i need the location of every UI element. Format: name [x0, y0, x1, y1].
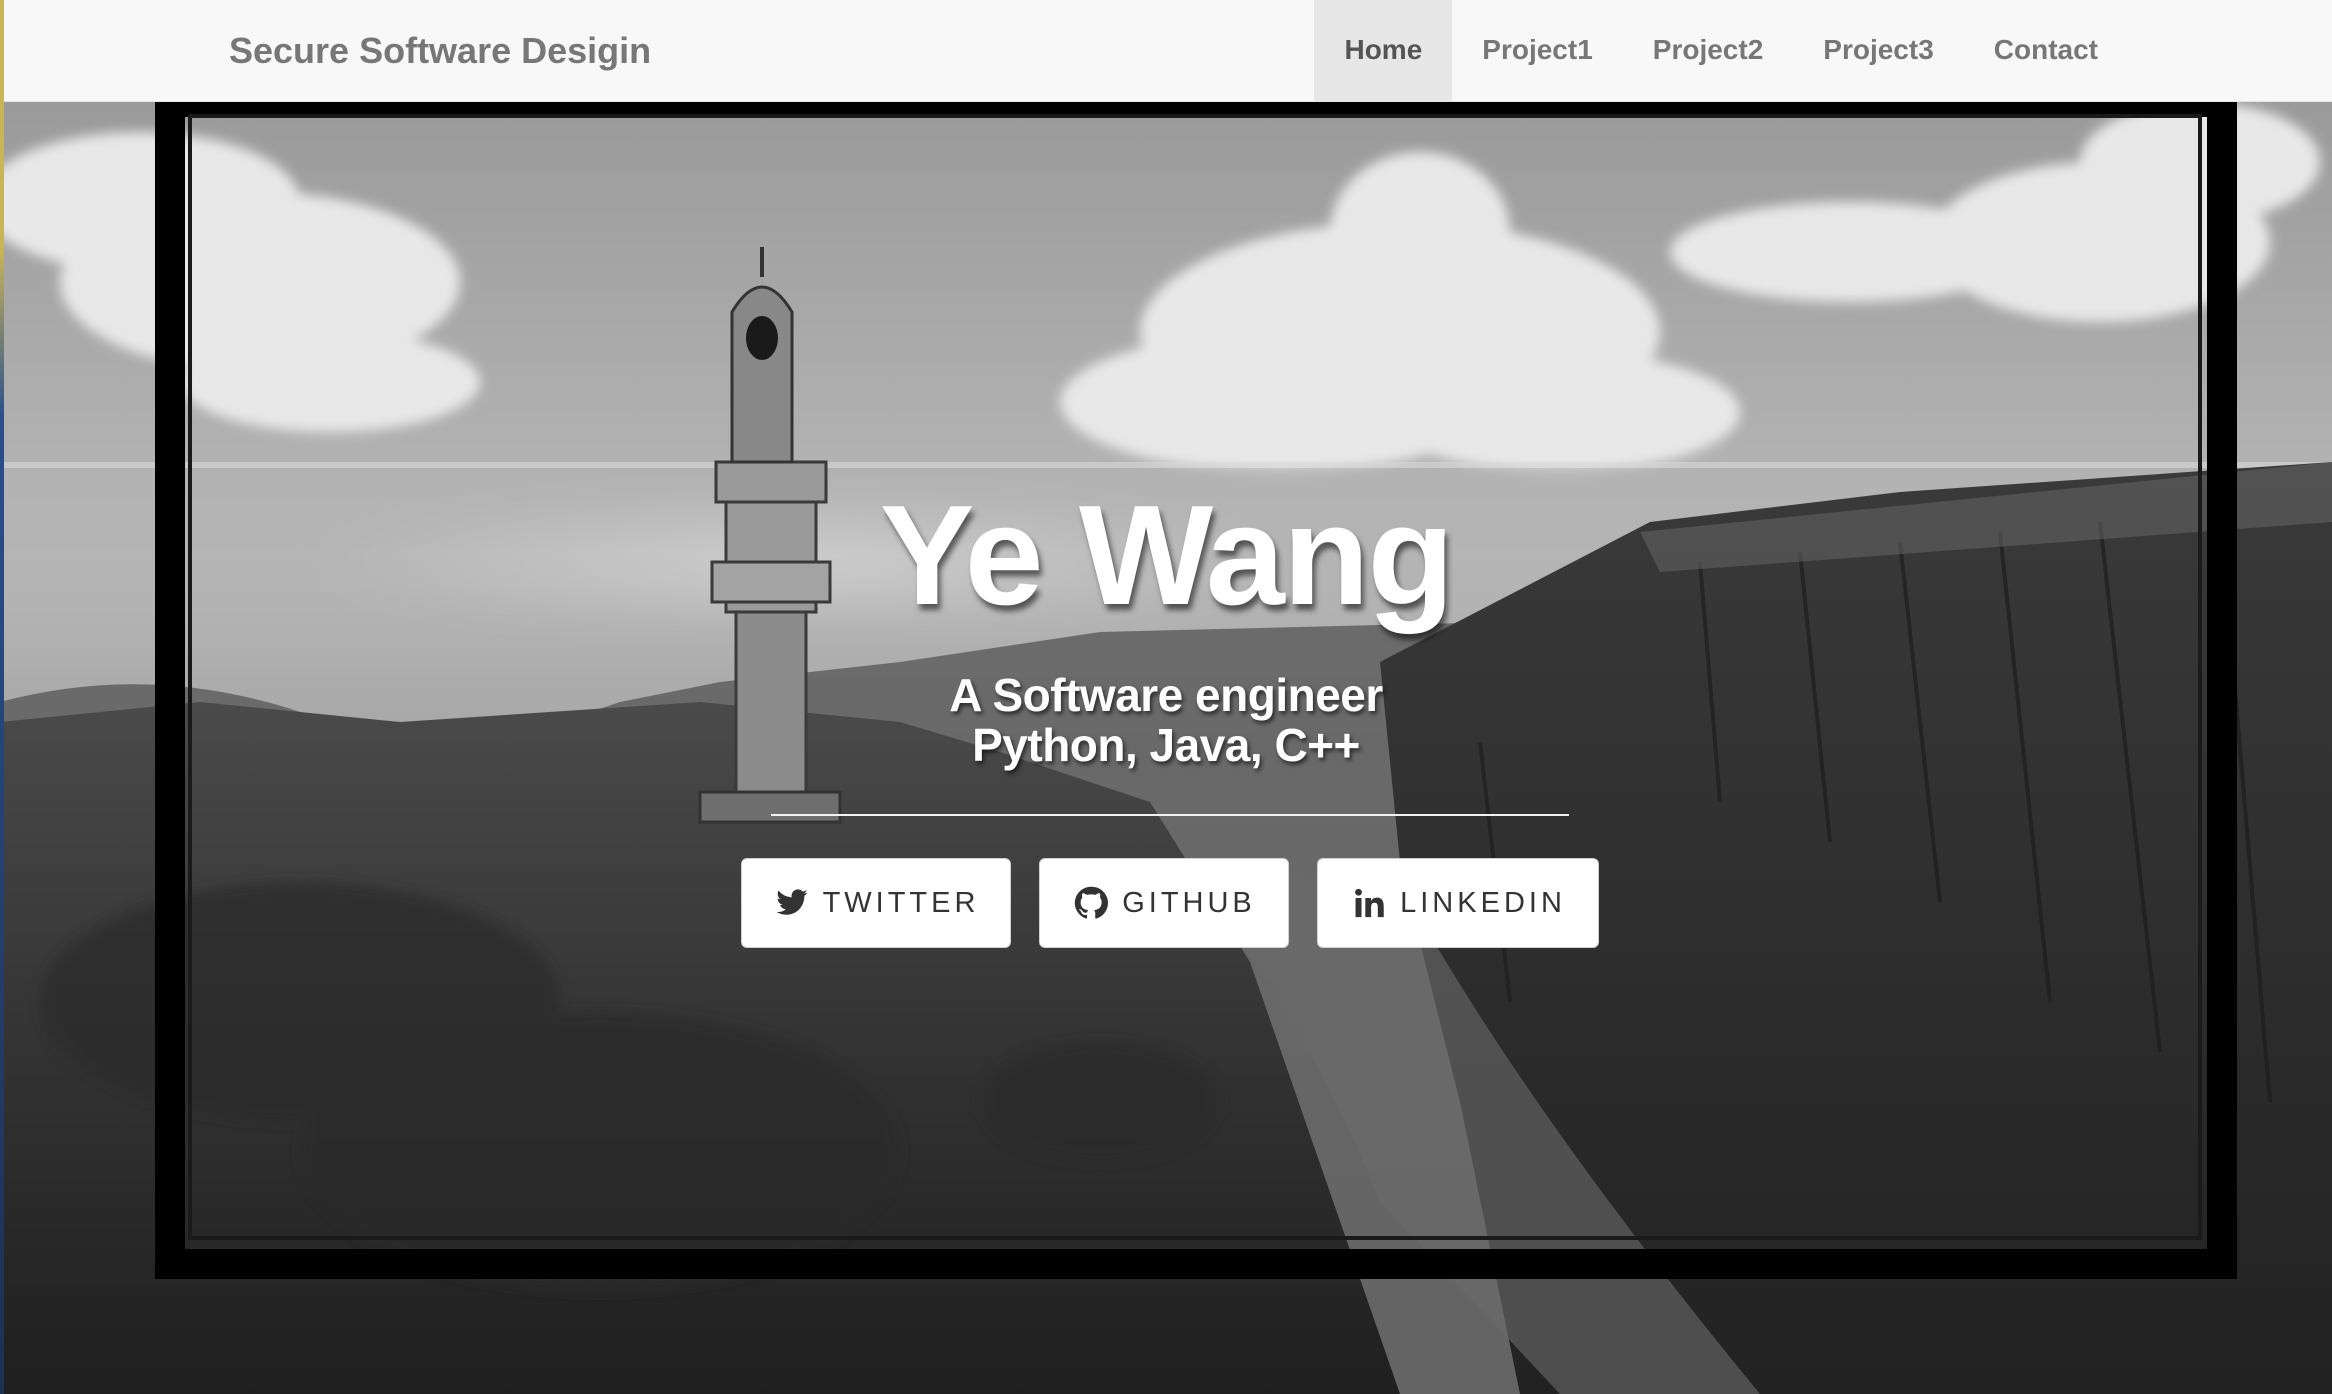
nav-item-project3[interactable]: Project3 [1793, 0, 1964, 102]
twitter-button-label: TWITTER [822, 886, 980, 919]
brand-title[interactable]: Secure Software Desigin [229, 0, 651, 102]
hero-tagline-role: A Software engineer [949, 669, 1383, 721]
github-octocat-icon [1074, 886, 1109, 920]
github-button[interactable]: GITHUB [1039, 858, 1289, 948]
navbar: Secure Software Desigin Home Project1 Pr… [0, 0, 2332, 102]
hero-name: Ye Wang [879, 476, 1455, 635]
nav-item-project2[interactable]: Project2 [1623, 0, 1794, 102]
hero-tagline-languages: Python, Java, C++ [972, 719, 1360, 771]
twitter-button[interactable]: TWITTER [741, 858, 1011, 948]
hero-divider [771, 814, 1569, 816]
twitter-bird-icon [775, 886, 809, 920]
nav-menu: Home Project1 Project2 Project3 Contact [1314, 0, 2128, 102]
linkedin-in-icon [1352, 886, 1386, 920]
nav-item-contact[interactable]: Contact [1964, 0, 2128, 102]
linkedin-button-label: LINKEDIN [1400, 886, 1566, 919]
window-edge [0, 0, 4, 1394]
nav-item-home[interactable]: Home [1314, 0, 1453, 102]
social-buttons: TWITTER GITHUB LINKEDIN [0, 858, 2332, 948]
github-button-label: GITHUB [1122, 886, 1256, 919]
nav-item-project1[interactable]: Project1 [1452, 0, 1623, 102]
linkedin-button[interactable]: LINKEDIN [1317, 858, 1599, 948]
hero-section: Ye Wang A Software engineer Python, Java… [0, 102, 2332, 1394]
